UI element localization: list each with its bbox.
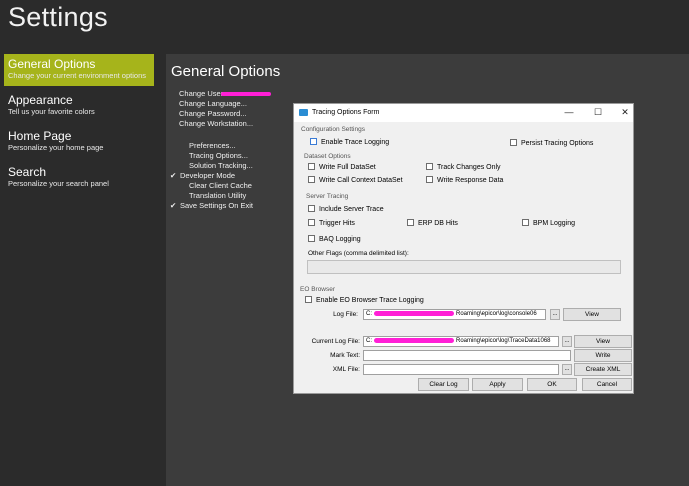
include-server-trace-checkbox[interactable]: Include Server Trace [308,205,384,213]
current-log-label: Current Log File: [311,338,360,345]
config-header: Configuration Settings [301,126,365,133]
current-log-browse-button[interactable]: ... [562,336,572,347]
nav-item-general-options[interactable]: General Options Change your current envi… [4,54,154,86]
log-file-label: Log File: [333,311,358,318]
solution-tracking-link[interactable]: Solution Tracking... [179,161,253,171]
developer-mode-link[interactable]: ✔ Developer Mode [170,171,253,181]
save-settings-link[interactable]: ✔ Save Settings On Exit [170,201,253,211]
cancel-button[interactable]: Cancel [582,378,632,391]
close-icon[interactable]: ✕ [618,106,632,119]
nav-item-title: Home Page [8,129,72,143]
translation-utility-link[interactable]: Translation Utility [179,191,253,201]
settings-nav: General Options Change your current envi… [4,54,154,198]
current-log-view-button[interactable]: View [574,335,632,348]
nav-item-title: Appearance [8,93,73,107]
nav-item-subtitle: Change your current environment options [8,71,146,80]
bpm-logging-checkbox[interactable]: BPM Logging [522,219,575,227]
change-workstation-link[interactable]: Change Workstation... [179,119,271,129]
enable-eo-trace-checkbox[interactable]: Enable EO Browser Trace Logging [305,296,424,304]
write-call-context-checkbox[interactable]: Write Call Context DataSet [308,176,403,184]
window-icon [299,109,308,116]
baq-logging-checkbox[interactable]: BAQ Logging [308,235,361,243]
checkmark-icon: ✔ [170,171,177,180]
xml-file-input[interactable] [363,364,559,375]
app-title: Settings [8,2,108,32]
change-password-link[interactable]: Change Password... [179,109,271,119]
maximize-icon[interactable]: ☐ [591,106,605,119]
track-changes-checkbox[interactable]: Track Changes Only [426,163,501,171]
enable-trace-checkbox[interactable]: Enable Trace Logging [310,138,389,146]
change-user-link[interactable]: Change User [179,89,272,99]
redaction-mark [374,310,454,316]
nav-item-title: Search [8,165,47,179]
mark-text-input[interactable] [363,350,571,361]
tracing-options-link[interactable]: Tracing Options... [179,151,253,161]
page-title: General Options [171,63,281,80]
nav-item-title: General Options [8,57,96,71]
redaction-mark [374,337,454,343]
write-button[interactable]: Write [574,349,632,362]
nav-item-home-page[interactable]: Home Page Personalize your home page [4,126,154,158]
nav-item-subtitle: Personalize your search panel [8,179,109,188]
server-header: Server Tracing [306,193,349,200]
redaction-mark [221,92,272,97]
nav-item-subtitle: Tell us your favorite colors [8,107,95,116]
clear-client-cache-link[interactable]: Clear Client Cache [179,181,253,191]
checkmark-icon: ✔ [170,201,177,210]
nav-item-search[interactable]: Search Personalize your search panel [4,162,154,194]
other-flags-input[interactable] [307,260,621,274]
option-links: Preferences... Tracing Options... Soluti… [170,141,253,211]
erp-db-hits-checkbox[interactable]: ERP DB Hits [407,219,458,227]
log-file-view-button[interactable]: View [563,308,621,321]
change-links: Change User Change Language... Change Pa… [179,89,272,129]
tracing-options-dialog: Tracing Options Form — ☐ ✕ Configuration… [293,103,634,394]
write-full-dataset-checkbox[interactable]: Write Full DataSet [308,163,376,171]
xml-file-label: XML File: [332,366,360,373]
dialog-title: Tracing Options Form [312,109,380,116]
ok-button[interactable]: OK [527,378,577,391]
eo-browser-header: EO Browser [300,286,336,293]
dialog-titlebar: Tracing Options Form — ☐ ✕ [294,104,633,122]
current-log-input[interactable]: C: Roaming\epicor\log\TraceData1068 [363,336,559,347]
create-xml-button[interactable]: Create XML [574,363,632,376]
dataset-header: Dataset Options [304,153,351,160]
change-language-link[interactable]: Change Language... [179,99,271,109]
trigger-hits-checkbox[interactable]: Trigger Hits [308,219,355,227]
persist-tracing-checkbox[interactable]: Persist Tracing Options [510,139,593,147]
nav-item-subtitle: Personalize your home page [8,143,104,152]
mark-text-label: Mark Text: [330,352,360,359]
apply-button[interactable]: Apply [472,378,523,391]
other-flags-label: Other Flags (comma delimited list): [308,250,409,257]
write-response-checkbox[interactable]: Write Response Data [426,176,503,184]
xml-file-browse-button[interactable]: ... [562,364,572,375]
log-file-browse-button[interactable]: ... [550,309,560,320]
minimize-icon[interactable]: — [562,106,576,119]
clear-log-button[interactable]: Clear Log [418,378,469,391]
nav-item-appearance[interactable]: Appearance Tell us your favorite colors [4,90,154,122]
preferences-link[interactable]: Preferences... [179,141,253,151]
log-file-input[interactable]: C: Roaming\epicor\log\console06 [363,309,546,320]
